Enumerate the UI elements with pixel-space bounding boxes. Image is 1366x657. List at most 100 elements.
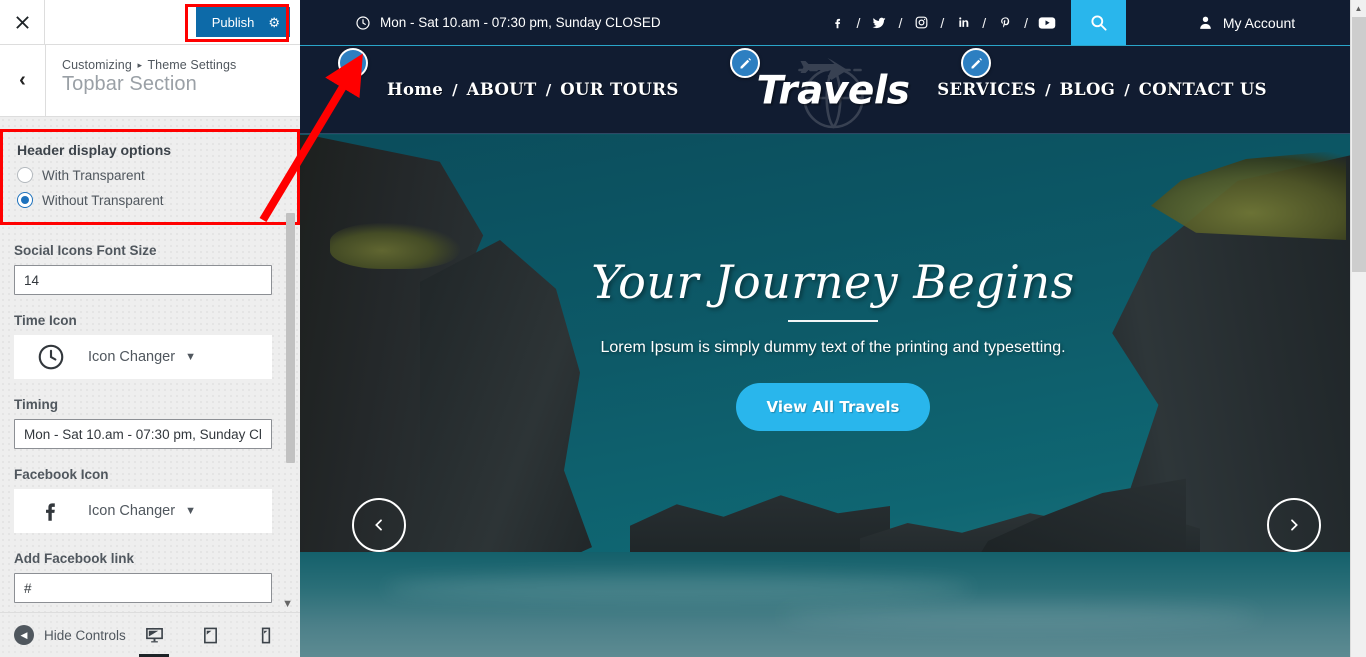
field-time-icon: Time Icon Icon Changer ▼ [0,313,300,379]
tablet-icon[interactable] [196,613,224,657]
preview-scrollbar[interactable]: ▲ [1350,0,1366,657]
chevron-right-icon [1291,519,1298,531]
radio-label-with-transparent: With Transparent [42,167,145,183]
time-icon-changer-button[interactable]: Icon Changer ▼ [14,335,272,379]
label-timing: Timing [14,397,59,412]
my-account-button[interactable]: My Account [1126,0,1366,45]
topbar-timing: Mon - Sat 10.am - 07:30 pm, Sunday CLOSE… [300,0,661,45]
edit-shortcut-nav-left[interactable] [338,48,368,78]
customizer-sidebar: Publish ⚙ ‹ Customizing ▸ Theme Settings… [0,0,300,657]
facebook-icon-changer-button[interactable]: Icon Changer ▼ [14,489,272,533]
timing-input[interactable] [14,419,272,449]
edit-shortcut-nav-right[interactable] [961,48,991,78]
sidebar-scrollbar-thumb[interactable] [286,213,295,463]
mobile-icon[interactable] [252,613,280,657]
pencil-icon [971,57,982,68]
breadcrumb-separator-icon: ▸ [137,60,143,70]
radio-option-without-transparent[interactable]: Without Transparent [17,192,283,208]
field-facebook-icon: Facebook Icon Icon Changer ▼ [0,467,300,533]
preview-scroll-up-icon[interactable]: ▲ [1351,0,1366,16]
my-account-label: My Account [1222,14,1296,31]
breadcrumb-root[interactable]: Customizing [62,58,132,72]
radio-icon-with-transparent[interactable] [17,167,33,183]
carousel-next-button[interactable] [1267,498,1321,552]
sidebar-section-header: ‹ Customizing ▸ Theme Settings Topbar Se… [0,45,300,117]
close-icon [15,15,29,29]
social-separator: / [1024,14,1028,31]
site-preview: Mon - Sat 10.am - 07:30 pm, Sunday CLOSE… [300,0,1366,657]
label-facebook-icon: Facebook Icon [14,467,109,482]
nav-item-blog[interactable]: BLOG [1051,80,1125,99]
linkedin-icon[interactable] [951,15,975,30]
close-customizer-button[interactable] [0,0,45,44]
page-title: Topbar Section [62,73,197,95]
site-main-nav: Home / ABOUT / OUR TOURS Travels SERVICE… [300,46,1366,134]
nav-item-our-tours[interactable]: OUR TOURS [551,80,688,99]
back-button[interactable]: ‹ [0,45,46,116]
publish-area: Publish ⚙ [195,7,290,37]
sidebar-scrollbar[interactable]: ▼ [282,117,295,612]
add-facebook-link-input[interactable] [14,573,272,603]
instagram-icon[interactable] [909,15,933,30]
chevron-left-icon [375,519,382,531]
hide-controls-label: Hide Controls [44,627,126,643]
hero-title: Your Journey Begins [591,255,1075,309]
sidebar-topbar: Publish ⚙ [0,0,300,45]
chevron-left-icon: ‹ [19,69,26,91]
pinterest-icon[interactable] [993,15,1017,31]
desktop-icon[interactable] [139,613,169,657]
publish-label: Publish [211,14,255,30]
scroll-down-arrow-icon[interactable]: ▼ [282,598,293,610]
header-display-options-title: Header display options [17,142,172,158]
sidebar-controls: Header display options With Transparent … [0,129,300,611]
facebook-icon [14,497,88,525]
user-icon [1200,16,1211,29]
time-icon-changer-label: Icon Changer [88,349,176,365]
chevron-down-icon: ▼ [185,505,196,517]
hide-controls-button[interactable]: ◀ Hide Controls [0,625,126,645]
facebook-icon-changer-label-wrap: Icon Changer ▼ [88,503,196,519]
social-separator: / [898,14,903,31]
radio-icon-without-transparent[interactable] [17,192,33,208]
clock-icon [356,15,370,30]
breadcrumb: Customizing ▸ Theme Settings [62,58,236,72]
field-add-facebook-link: Add Facebook link [0,551,300,603]
carousel-prev-button[interactable] [352,498,406,552]
view-all-travels-button[interactable]: View All Travels [735,383,931,431]
facebook-icon[interactable] [826,15,850,31]
publish-button[interactable]: Publish ⚙ [195,7,290,37]
preview-scrollbar-thumb[interactable] [1352,17,1366,272]
social-separator: / [982,14,987,31]
collapse-icon: ◀ [14,625,34,645]
youtube-icon[interactable] [1035,16,1059,30]
pencil-icon [740,57,751,68]
clock-icon [14,342,88,372]
site-logo-text: Travels [756,68,910,114]
chevron-down-icon: ▼ [185,351,196,363]
nav-right-group: SERVICES / BLOG / CONTACT US [928,80,1366,99]
nav-item-contact-us[interactable]: CONTACT US [1130,80,1276,99]
gear-icon[interactable]: ⚙ [268,16,280,29]
topbar-social-links: / / / / / [826,0,1071,45]
hero-slider: Your Journey Begins Lorem Ipsum is simpl… [300,135,1366,657]
nav-item-home[interactable]: Home [378,80,452,99]
hero-content: Your Journey Begins Lorem Ipsum is simpl… [300,255,1366,431]
radio-option-with-transparent[interactable]: With Transparent [17,167,283,183]
time-icon-changer-label-wrap: Icon Changer ▼ [88,349,196,365]
site-topbar: Mon - Sat 10.am - 07:30 pm, Sunday CLOSE… [300,0,1366,46]
label-add-facebook-link: Add Facebook link [14,551,135,566]
nav-item-about[interactable]: ABOUT [458,80,546,99]
customizer-app: Publish ⚙ ‹ Customizing ▸ Theme Settings… [0,0,1366,657]
breadcrumb-parent[interactable]: Theme Settings [147,58,236,72]
hero-subtitle: Lorem Ipsum is simply dummy text of the … [600,339,1066,356]
social-icons-font-size-input[interactable] [14,265,272,295]
field-timing: Timing [0,397,300,449]
hero-water [300,552,1366,657]
social-separator: / [940,14,945,31]
twitter-icon[interactable] [867,15,891,31]
header-display-options-group: Header display options With Transparent … [0,129,300,225]
search-button[interactable] [1071,0,1126,45]
pencil-icon [348,57,359,68]
field-social-icons-font-size: Social Icons Font Size [0,243,300,295]
edit-shortcut-logo[interactable] [730,48,760,78]
